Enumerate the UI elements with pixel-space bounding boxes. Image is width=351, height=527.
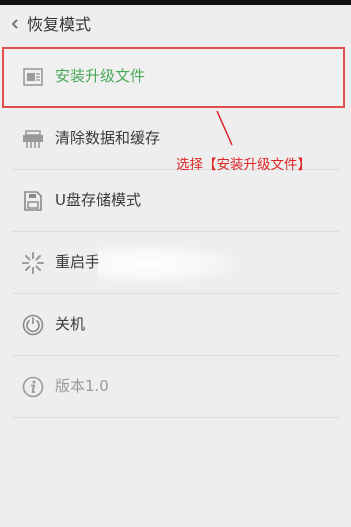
info-icon <box>22 376 44 398</box>
annotation-highlight-box <box>2 47 345 108</box>
menu-item-usb-storage[interactable]: U盘存储模式 <box>0 170 351 232</box>
page-title: 恢复模式 <box>27 15 92 34</box>
menu-item-label: 版本1.0 <box>55 377 109 395</box>
menu-item-label: 关机 <box>55 315 86 333</box>
menu-item-power-off[interactable]: 关机 <box>0 294 351 356</box>
menu-item-label: U盘存储模式 <box>55 191 141 209</box>
blurred-region <box>98 244 238 284</box>
usb-storage-icon <box>24 191 42 211</box>
restart-spinner-icon <box>22 252 44 274</box>
chevron-left-icon[interactable] <box>8 17 22 31</box>
header: 恢复模式 <box>0 5 351 43</box>
menu-item-version: 版本1.0 <box>0 356 351 418</box>
clear-data-icon <box>23 130 43 148</box>
menu-item-label: 清除数据和缓存 <box>55 129 161 147</box>
menu-item-label: 重启手 <box>55 253 101 271</box>
power-icon <box>22 314 44 336</box>
divider <box>12 417 339 418</box>
annotation-text: 选择【安装升级文件】 <box>176 157 311 173</box>
